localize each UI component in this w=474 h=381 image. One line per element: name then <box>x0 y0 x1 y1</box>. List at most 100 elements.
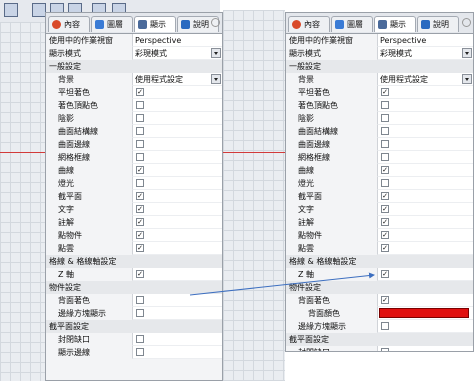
viewport-left[interactable] <box>0 22 45 381</box>
checkbox[interactable] <box>381 101 389 109</box>
property-row[interactable]: 網格框線 <box>286 151 473 164</box>
property-value-cell <box>377 242 473 255</box>
checkbox-checked[interactable]: ✓ <box>381 296 389 304</box>
viewport-middle[interactable] <box>223 10 285 381</box>
checkbox[interactable] <box>381 348 389 351</box>
checkbox[interactable] <box>136 348 144 356</box>
property-label: 截平面 <box>58 192 82 201</box>
checkbox-checked[interactable]: ✓ <box>381 231 389 239</box>
property-row[interactable]: 顯示模式 彩現模式 <box>286 47 473 60</box>
property-row[interactable]: 背景 使用程式設定 <box>46 73 222 86</box>
checkbox[interactable] <box>136 296 144 304</box>
tab-help[interactable]: 說明 <box>417 16 459 32</box>
property-row[interactable]: 使用中的作業視窗 Perspective <box>46 34 222 47</box>
property-row[interactable]: 點雲 ✓ <box>286 242 473 255</box>
property-row[interactable]: 截平面 ✓ <box>46 190 222 203</box>
chevron-down-icon[interactable] <box>462 48 472 58</box>
checkbox-checked[interactable]: ✓ <box>136 218 144 226</box>
tab-properties[interactable]: 內容 <box>48 16 90 32</box>
checkbox-checked[interactable]: ✓ <box>381 192 389 200</box>
color-swatch[interactable] <box>379 308 469 318</box>
property-row[interactable]: 顯示模式 彩現模式 <box>46 47 222 60</box>
property-row[interactable]: Z 軸 ✓ <box>286 268 473 281</box>
property-label: 燈光 <box>298 179 314 188</box>
property-row[interactable]: 邊緣方塊顯示 <box>286 320 473 333</box>
checkbox-checked[interactable]: ✓ <box>136 231 144 239</box>
chevron-down-icon[interactable] <box>211 74 221 84</box>
property-row[interactable]: 顯示邊線 <box>46 346 222 359</box>
checkbox-checked[interactable]: ✓ <box>381 270 389 278</box>
property-row[interactable]: 曲面結構線 <box>46 125 222 138</box>
checkbox[interactable] <box>136 127 144 135</box>
checkbox[interactable] <box>381 322 389 330</box>
checkbox[interactable] <box>136 309 144 317</box>
property-row[interactable]: 使用中的作業視窗 Perspective <box>286 34 473 47</box>
checkbox-checked[interactable]: ✓ <box>381 88 389 96</box>
property-row[interactable]: 曲線 ✓ <box>286 164 473 177</box>
chevron-down-icon[interactable] <box>462 74 472 84</box>
checkbox-checked[interactable]: ✓ <box>381 205 389 213</box>
gear-icon[interactable] <box>462 18 471 27</box>
property-row[interactable]: 陰影 <box>286 112 473 125</box>
property-row[interactable]: 註解 ✓ <box>46 216 222 229</box>
property-row[interactable]: 封閉缺口 <box>46 333 222 346</box>
checkbox[interactable] <box>136 153 144 161</box>
property-row[interactable]: 平坦著色 ✓ <box>286 86 473 99</box>
property-row[interactable]: 曲面結構線 <box>286 125 473 138</box>
toolbar-icon-2[interactable] <box>32 3 46 17</box>
checkbox-checked[interactable]: ✓ <box>136 166 144 174</box>
property-row[interactable]: 曲面邊線 <box>286 138 473 151</box>
property-row[interactable]: 燈光 <box>286 177 473 190</box>
property-row[interactable]: 點物件 ✓ <box>286 229 473 242</box>
property-row[interactable]: 截平面 ✓ <box>286 190 473 203</box>
property-row[interactable]: 封閉缺口 <box>286 346 473 351</box>
property-row[interactable]: 背景 使用程式設定 <box>286 73 473 86</box>
property-row[interactable]: 網格框線 <box>46 151 222 164</box>
tab-layers[interactable]: 圖層 <box>91 16 133 32</box>
tab-properties[interactable]: 內容 <box>288 16 330 32</box>
property-row[interactable]: 文字 ✓ <box>286 203 473 216</box>
property-label: 曲線 <box>58 166 74 175</box>
checkbox[interactable] <box>136 140 144 148</box>
tab-display[interactable]: 顯示 <box>134 16 176 32</box>
tab-display[interactable]: 顯示 <box>374 16 416 32</box>
property-row[interactable]: 著色頂點色 <box>286 99 473 112</box>
property-row[interactable]: 陰影 <box>46 112 222 125</box>
gear-icon[interactable] <box>211 18 220 27</box>
property-row[interactable]: 燈光 <box>46 177 222 190</box>
property-row[interactable]: 背面著色 ✓ <box>286 294 473 307</box>
property-row[interactable]: 背面著色 <box>46 294 222 307</box>
checkbox[interactable] <box>381 179 389 187</box>
property-row[interactable]: Z 軸 ✓ <box>46 268 222 281</box>
property-row[interactable]: 曲線 ✓ <box>46 164 222 177</box>
checkbox[interactable] <box>381 127 389 135</box>
checkbox[interactable] <box>381 153 389 161</box>
property-row[interactable]: 點物件 ✓ <box>46 229 222 242</box>
checkbox-checked[interactable]: ✓ <box>136 192 144 200</box>
checkbox-checked[interactable]: ✓ <box>136 270 144 278</box>
checkbox-checked[interactable]: ✓ <box>381 218 389 226</box>
checkbox[interactable] <box>136 335 144 343</box>
checkbox-checked[interactable]: ✓ <box>136 88 144 96</box>
checkbox[interactable] <box>136 114 144 122</box>
checkbox-checked[interactable]: ✓ <box>381 244 389 252</box>
checkbox[interactable] <box>381 114 389 122</box>
checkbox-checked[interactable]: ✓ <box>136 205 144 213</box>
checkbox-checked[interactable]: ✓ <box>136 244 144 252</box>
property-row[interactable]: 曲面邊線 <box>46 138 222 151</box>
property-row[interactable]: 背面顏色 <box>286 307 473 320</box>
chevron-down-icon[interactable] <box>211 48 221 58</box>
checkbox[interactable] <box>381 140 389 148</box>
property-row[interactable]: 邊緣方塊顯示 <box>46 307 222 320</box>
checkbox[interactable] <box>136 101 144 109</box>
toolbar-icon-1[interactable] <box>4 3 18 17</box>
property-row[interactable]: 點雲 ✓ <box>46 242 222 255</box>
property-label: 邊緣方塊顯示 <box>58 309 106 318</box>
checkbox-checked[interactable]: ✓ <box>381 166 389 174</box>
property-row[interactable]: 註解 ✓ <box>286 216 473 229</box>
property-row[interactable]: 著色頂點色 <box>46 99 222 112</box>
checkbox[interactable] <box>136 179 144 187</box>
tab-layers[interactable]: 圖層 <box>331 16 373 32</box>
property-row[interactable]: 文字 ✓ <box>46 203 222 216</box>
property-row[interactable]: 平坦著色 ✓ <box>46 86 222 99</box>
